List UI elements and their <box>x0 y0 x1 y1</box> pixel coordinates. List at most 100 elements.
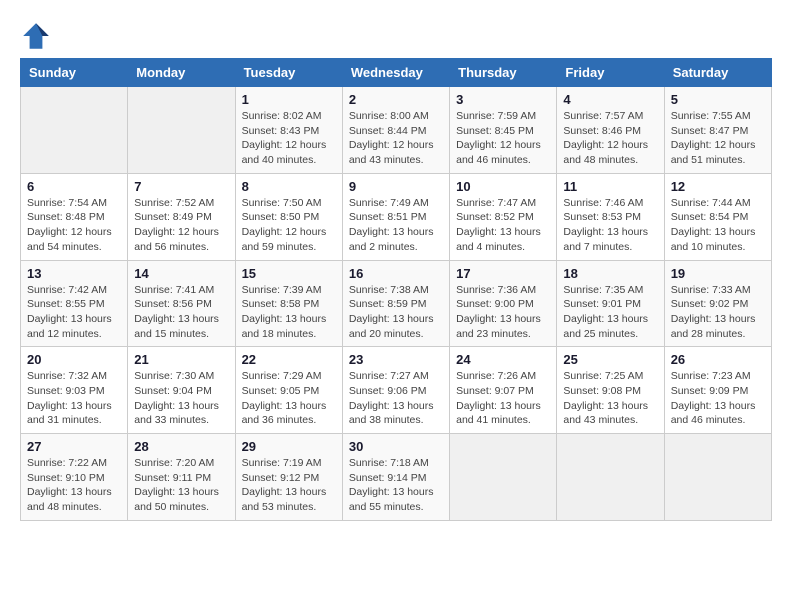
day-info: Sunrise: 7:22 AMSunset: 9:10 PMDaylight:… <box>27 456 121 515</box>
day-info: Sunrise: 7:26 AMSunset: 9:07 PMDaylight:… <box>456 369 550 428</box>
day-number: 30 <box>349 439 443 454</box>
day-info: Sunrise: 7:19 AMSunset: 9:12 PMDaylight:… <box>242 456 336 515</box>
day-number: 20 <box>27 352 121 367</box>
day-number: 21 <box>134 352 228 367</box>
logo-icon <box>20 20 52 52</box>
day-number: 18 <box>563 266 657 281</box>
day-number: 27 <box>27 439 121 454</box>
day-cell: 23Sunrise: 7:27 AMSunset: 9:06 PMDayligh… <box>342 347 449 434</box>
week-row-2: 6Sunrise: 7:54 AMSunset: 8:48 PMDaylight… <box>21 173 772 260</box>
header-cell-monday: Monday <box>128 59 235 87</box>
day-cell: 2 Sunrise: 8:00 AMSunset: 8:44 PMDaylight… <box>342 87 449 174</box>
day-cell: 25 Sunrise: 7:25 AMSunset: 9:08 PMDayligh… <box>557 347 664 434</box>
header-cell-tuesday: Tuesday <box>235 59 342 87</box>
day-number: 7 <box>134 179 228 194</box>
day-number: 11 <box>563 179 657 194</box>
day-info: Sunrise: 7:44 AMSunset: 8:54 PMDaylight:… <box>671 196 765 255</box>
day-cell: 11 Sunrise: 7:46 AMSunset: 8:53 PMDayligh… <box>557 173 664 260</box>
day-cell: 13 Sunrise: 7:42 AMSunset: 8:55 PMDayligh… <box>21 260 128 347</box>
day-info: Sunrise: 8:02 AMSunset: 8:43 PMDaylight:… <box>242 109 336 168</box>
day-info: Sunrise: 7:38 AMSunset: 8:59 PMDaylight:… <box>349 283 443 342</box>
day-info: Sunrise: 7:30 AMSunset: 9:04 PMDaylight:… <box>134 369 228 428</box>
day-cell: 3 Sunrise: 7:59 AMSunset: 8:45 PMDaylight… <box>450 87 557 174</box>
day-number: 23 <box>349 352 443 367</box>
day-number: 13 <box>27 266 121 281</box>
day-cell: 19 Sunrise: 7:33 AMSunset: 9:02 PMDayligh… <box>664 260 771 347</box>
day-cell: 29 Sunrise: 7:19 AMSunset: 9:12 PMDayligh… <box>235 434 342 521</box>
header-cell-sunday: Sunday <box>21 59 128 87</box>
day-info: Sunrise: 7:57 AMSunset: 8:46 PMDaylight:… <box>563 109 657 168</box>
week-row-3: 13 Sunrise: 7:42 AMSunset: 8:55 PMDayligh… <box>21 260 772 347</box>
day-info: Sunrise: 7:39 AMSunset: 8:58 PMDaylight:… <box>242 283 336 342</box>
day-cell: 14 Sunrise: 7:41 AMSunset: 8:56 PMDayligh… <box>128 260 235 347</box>
day-number: 16 <box>349 266 443 281</box>
day-number: 8 <box>242 179 336 194</box>
day-cell <box>450 434 557 521</box>
day-cell: 24 Sunrise: 7:26 AMSunset: 9:07 PMDayligh… <box>450 347 557 434</box>
day-info: Sunrise: 7:20 AMSunset: 9:11 PMDaylight:… <box>134 456 228 515</box>
page-header <box>20 20 772 52</box>
day-info: Sunrise: 7:52 AMSunset: 8:49 PMDaylight:… <box>134 196 228 255</box>
day-info: Sunrise: 7:59 AMSunset: 8:45 PMDaylight:… <box>456 109 550 168</box>
day-number: 29 <box>242 439 336 454</box>
day-info: Sunrise: 7:42 AMSunset: 8:55 PMDaylight:… <box>27 283 121 342</box>
calendar-header: SundayMondayTuesdayWednesdayThursdayFrid… <box>21 59 772 87</box>
day-number: 25 <box>563 352 657 367</box>
day-number: 9 <box>349 179 443 194</box>
day-info: Sunrise: 7:36 AMSunset: 9:00 PMDaylight:… <box>456 283 550 342</box>
day-number: 17 <box>456 266 550 281</box>
day-cell <box>664 434 771 521</box>
day-number: 28 <box>134 439 228 454</box>
header-cell-friday: Friday <box>557 59 664 87</box>
logo <box>20 20 56 52</box>
day-cell: 18 Sunrise: 7:35 AMSunset: 9:01 PMDayligh… <box>557 260 664 347</box>
week-row-1: 1 Sunrise: 8:02 AMSunset: 8:43 PMDaylight… <box>21 87 772 174</box>
day-number: 12 <box>671 179 765 194</box>
day-number: 1 <box>242 92 336 107</box>
day-cell <box>557 434 664 521</box>
week-row-5: 27 Sunrise: 7:22 AMSunset: 9:10 PMDayligh… <box>21 434 772 521</box>
day-info: Sunrise: 7:41 AMSunset: 8:56 PMDaylight:… <box>134 283 228 342</box>
day-cell: 22Sunrise: 7:29 AMSunset: 9:05 PMDayligh… <box>235 347 342 434</box>
day-info: Sunrise: 7:55 AMSunset: 8:47 PMDaylight:… <box>671 109 765 168</box>
day-info: Sunrise: 7:25 AMSunset: 9:08 PMDaylight:… <box>563 369 657 428</box>
day-number: 24 <box>456 352 550 367</box>
day-info: Sunrise: 7:47 AMSunset: 8:52 PMDaylight:… <box>456 196 550 255</box>
day-cell: 10Sunrise: 7:47 AMSunset: 8:52 PMDayligh… <box>450 173 557 260</box>
day-info: Sunrise: 7:33 AMSunset: 9:02 PMDaylight:… <box>671 283 765 342</box>
day-cell: 7 Sunrise: 7:52 AMSunset: 8:49 PMDaylight… <box>128 173 235 260</box>
day-info: Sunrise: 7:23 AMSunset: 9:09 PMDaylight:… <box>671 369 765 428</box>
day-cell: 6Sunrise: 7:54 AMSunset: 8:48 PMDaylight… <box>21 173 128 260</box>
day-number: 6 <box>27 179 121 194</box>
day-info: Sunrise: 8:00 AMSunset: 8:44 PMDaylight:… <box>349 109 443 168</box>
calendar-table: SundayMondayTuesdayWednesdayThursdayFrid… <box>20 58 772 521</box>
day-number: 14 <box>134 266 228 281</box>
day-cell: 20Sunrise: 7:32 AMSunset: 9:03 PMDayligh… <box>21 347 128 434</box>
day-info: Sunrise: 7:50 AMSunset: 8:50 PMDaylight:… <box>242 196 336 255</box>
day-cell: 21 Sunrise: 7:30 AMSunset: 9:04 PMDayligh… <box>128 347 235 434</box>
day-cell: 12 Sunrise: 7:44 AMSunset: 8:54 PMDayligh… <box>664 173 771 260</box>
day-info: Sunrise: 7:35 AMSunset: 9:01 PMDaylight:… <box>563 283 657 342</box>
header-cell-saturday: Saturday <box>664 59 771 87</box>
day-cell: 28 Sunrise: 7:20 AMSunset: 9:11 PMDayligh… <box>128 434 235 521</box>
day-number: 19 <box>671 266 765 281</box>
calendar-body: 1 Sunrise: 8:02 AMSunset: 8:43 PMDaylight… <box>21 87 772 521</box>
day-cell: 17 Sunrise: 7:36 AMSunset: 9:00 PMDayligh… <box>450 260 557 347</box>
day-number: 2 <box>349 92 443 107</box>
day-cell <box>128 87 235 174</box>
day-cell: 16 Sunrise: 7:38 AMSunset: 8:59 PMDayligh… <box>342 260 449 347</box>
header-cell-wednesday: Wednesday <box>342 59 449 87</box>
day-cell: 9 Sunrise: 7:49 AMSunset: 8:51 PMDaylight… <box>342 173 449 260</box>
day-number: 4 <box>563 92 657 107</box>
day-info: Sunrise: 7:46 AMSunset: 8:53 PMDaylight:… <box>563 196 657 255</box>
day-info: Sunrise: 7:49 AMSunset: 8:51 PMDaylight:… <box>349 196 443 255</box>
header-cell-thursday: Thursday <box>450 59 557 87</box>
day-cell: 26Sunrise: 7:23 AMSunset: 9:09 PMDayligh… <box>664 347 771 434</box>
day-cell: 27 Sunrise: 7:22 AMSunset: 9:10 PMDayligh… <box>21 434 128 521</box>
day-cell: 8 Sunrise: 7:50 AMSunset: 8:50 PMDaylight… <box>235 173 342 260</box>
day-cell: 15 Sunrise: 7:39 AMSunset: 8:58 PMDayligh… <box>235 260 342 347</box>
day-cell: 4 Sunrise: 7:57 AMSunset: 8:46 PMDaylight… <box>557 87 664 174</box>
day-info: Sunrise: 7:18 AMSunset: 9:14 PMDaylight:… <box>349 456 443 515</box>
day-number: 15 <box>242 266 336 281</box>
day-number: 3 <box>456 92 550 107</box>
